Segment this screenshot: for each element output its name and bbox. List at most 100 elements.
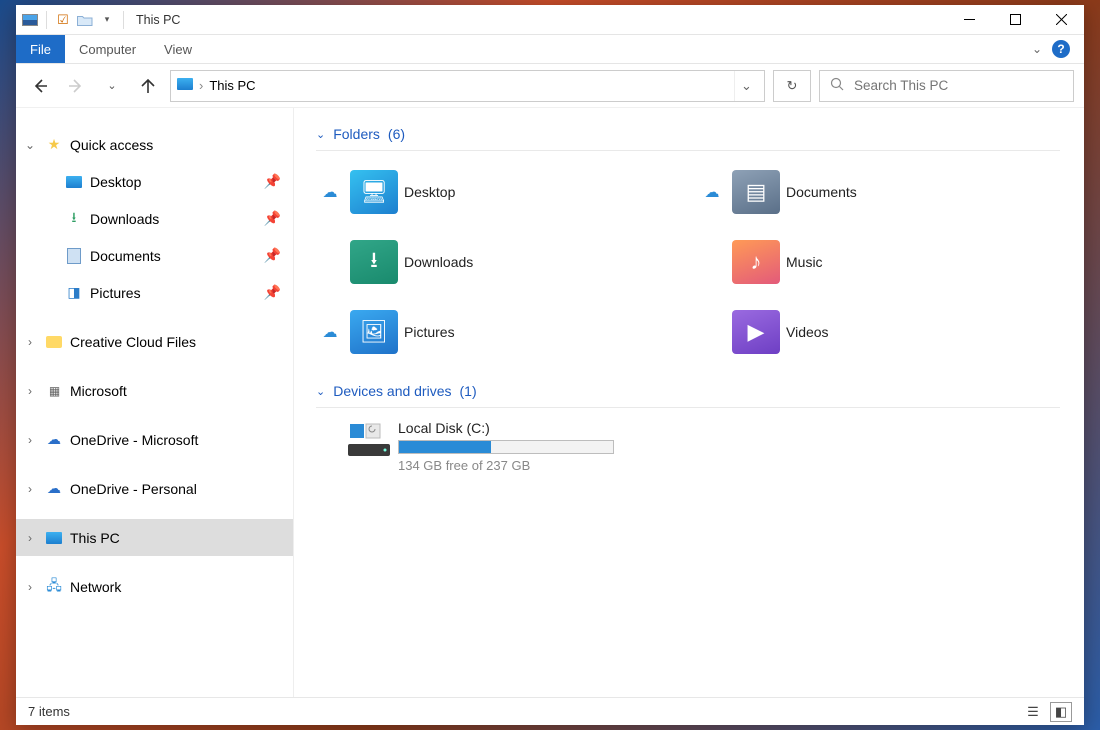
app-icon xyxy=(22,13,38,27)
sidebar-item-documents[interactable]: Documents 📌 xyxy=(16,237,293,274)
music-folder-icon: ♪ xyxy=(732,240,780,284)
title-bar: ☑ ▾ This PC xyxy=(16,5,1084,35)
sidebar-item-desktop[interactable]: Desktop 📌 xyxy=(16,163,293,200)
sidebar-item-label: Downloads xyxy=(90,211,159,227)
tile-label: Desktop xyxy=(404,184,455,200)
recent-locations-button[interactable]: ⌄ xyxy=(98,72,126,100)
group-count: (6) xyxy=(388,126,405,142)
chevron-right-icon[interactable]: › xyxy=(16,335,44,349)
tile-label: Documents xyxy=(786,184,857,200)
chevron-right-icon[interactable]: › xyxy=(16,482,44,496)
search-box[interactable] xyxy=(819,70,1074,102)
back-button[interactable] xyxy=(26,72,54,100)
tab-view[interactable]: View xyxy=(150,35,206,63)
folder-tile-downloads[interactable]: ⭳ Downloads xyxy=(316,233,678,291)
sidebar-item-label: Creative Cloud Files xyxy=(70,334,196,350)
tile-label: Downloads xyxy=(404,254,473,270)
group-devices-header[interactable]: ⌄ Devices and drives (1) xyxy=(316,379,1060,408)
picture-icon: ◨ xyxy=(64,283,84,303)
group-folders-header[interactable]: ⌄ Folders (6) xyxy=(316,122,1060,151)
folder-tile-music[interactable]: ♪ Music xyxy=(698,233,1060,291)
chevron-down-icon: ⌄ xyxy=(316,385,325,398)
folder-tile-videos[interactable]: ▶ Videos xyxy=(698,303,1060,361)
chevron-right-icon[interactable]: › xyxy=(16,531,44,545)
desktop-icon xyxy=(64,172,84,192)
new-folder-qat-icon[interactable] xyxy=(77,13,93,27)
chevron-right-icon[interactable]: › xyxy=(16,580,44,594)
nav-bar: ⌄ › This PC ⌄ ↻ xyxy=(16,64,1084,108)
cloud-overlay-icon: ☁ xyxy=(323,183,338,201)
tile-label: Pictures xyxy=(404,324,455,340)
sidebar-item-onedrive-personal[interactable]: › ☁ OneDrive - Personal xyxy=(16,470,293,507)
sidebar-item-label: Microsoft xyxy=(70,383,127,399)
maximize-button[interactable] xyxy=(992,5,1038,35)
search-icon xyxy=(830,77,844,94)
pc-icon xyxy=(44,528,64,548)
help-icon[interactable]: ? xyxy=(1052,40,1070,58)
close-button[interactable] xyxy=(1038,5,1084,35)
content-pane: ⌄ Folders (6) ☁ 🖥 Desktop ☁ ▤ Documents … xyxy=(294,108,1084,697)
pictures-folder-icon: 🖼 xyxy=(350,310,398,354)
sidebar-item-label: Network xyxy=(70,579,121,595)
drive-capacity-bar xyxy=(398,440,614,454)
pin-icon[interactable]: 📌 xyxy=(264,247,281,264)
sidebar-item-label: Quick access xyxy=(70,137,153,153)
tile-label: Videos xyxy=(786,324,829,340)
up-button[interactable] xyxy=(134,72,162,100)
sidebar-quick-access[interactable]: ⌄ ★ Quick access xyxy=(16,126,293,163)
status-bar: 7 items ☰ ◧ xyxy=(16,697,1084,725)
group-label: Devices and drives xyxy=(333,383,451,399)
chevron-down-icon: ⌄ xyxy=(316,128,325,141)
sidebar-item-this-pc[interactable]: › This PC xyxy=(16,519,293,556)
drive-tile-c[interactable]: Local Disk (C:) 134 GB free of 237 GB xyxy=(316,414,1060,473)
tab-file[interactable]: File xyxy=(16,35,65,63)
sidebar-item-network[interactable]: › 🖧 Network xyxy=(16,568,293,605)
sidebar-item-pictures[interactable]: ◨ Pictures 📌 xyxy=(16,274,293,311)
documents-folder-icon: ▤ xyxy=(732,170,780,214)
qat-customize-icon[interactable]: ▾ xyxy=(99,13,115,27)
ribbon-collapse-icon[interactable]: ⌄ xyxy=(1032,42,1042,56)
search-input[interactable] xyxy=(854,78,1063,93)
downloads-folder-icon: ⭳ xyxy=(350,240,398,284)
pin-icon[interactable]: 📌 xyxy=(264,210,281,227)
refresh-button[interactable]: ↻ xyxy=(773,70,811,102)
status-item-count: 7 items xyxy=(28,704,70,719)
chevron-right-icon[interactable]: › xyxy=(16,384,44,398)
cloud-icon: ☁ xyxy=(44,430,64,450)
minimize-button[interactable] xyxy=(946,5,992,35)
navigation-pane: ⌄ ★ Quick access Desktop 📌 ⭳ Downloads 📌… xyxy=(16,108,294,697)
tiles-view-button[interactable]: ◧ xyxy=(1050,702,1072,722)
cloud-overlay-icon: ☁ xyxy=(705,183,720,201)
drive-name: Local Disk (C:) xyxy=(398,420,614,436)
forward-button[interactable] xyxy=(62,72,90,100)
chevron-down-icon[interactable]: ⌄ xyxy=(16,138,44,152)
videos-folder-icon: ▶ xyxy=(732,310,780,354)
sidebar-item-creative-cloud[interactable]: › Creative Cloud Files xyxy=(16,323,293,360)
group-label: Folders xyxy=(333,126,380,142)
address-history-dropdown[interactable]: ⌄ xyxy=(734,71,758,101)
cloud-overlay-icon: ☁ xyxy=(323,323,338,341)
star-icon: ★ xyxy=(44,135,64,155)
folder-icon xyxy=(44,332,64,352)
pin-icon[interactable]: 📌 xyxy=(264,284,281,301)
properties-qat-icon[interactable]: ☑ xyxy=(55,13,71,27)
sidebar-item-label: Desktop xyxy=(90,174,141,190)
pin-icon[interactable]: 📌 xyxy=(264,173,281,190)
address-bar[interactable]: › This PC ⌄ xyxy=(170,70,765,102)
cloud-icon: ☁ xyxy=(44,479,64,499)
folder-tile-documents[interactable]: ☁ ▤ Documents xyxy=(698,163,1060,221)
download-icon: ⭳ xyxy=(64,209,84,229)
chevron-right-icon[interactable]: › xyxy=(16,433,44,447)
microsoft-icon: ▦ xyxy=(44,381,64,401)
sidebar-item-label: OneDrive - Microsoft xyxy=(70,432,198,448)
sidebar-item-label: This PC xyxy=(70,530,120,546)
folder-tile-pictures[interactable]: ☁ 🖼 Pictures xyxy=(316,303,678,361)
sidebar-item-microsoft[interactable]: › ▦ Microsoft xyxy=(16,372,293,409)
document-icon xyxy=(64,246,84,266)
sidebar-item-downloads[interactable]: ⭳ Downloads 📌 xyxy=(16,200,293,237)
breadcrumb-this-pc[interactable]: This PC xyxy=(209,78,255,93)
details-view-button[interactable]: ☰ xyxy=(1022,702,1044,722)
tab-computer[interactable]: Computer xyxy=(65,35,150,63)
folder-tile-desktop[interactable]: ☁ 🖥 Desktop xyxy=(316,163,678,221)
sidebar-item-onedrive-microsoft[interactable]: › ☁ OneDrive - Microsoft xyxy=(16,421,293,458)
